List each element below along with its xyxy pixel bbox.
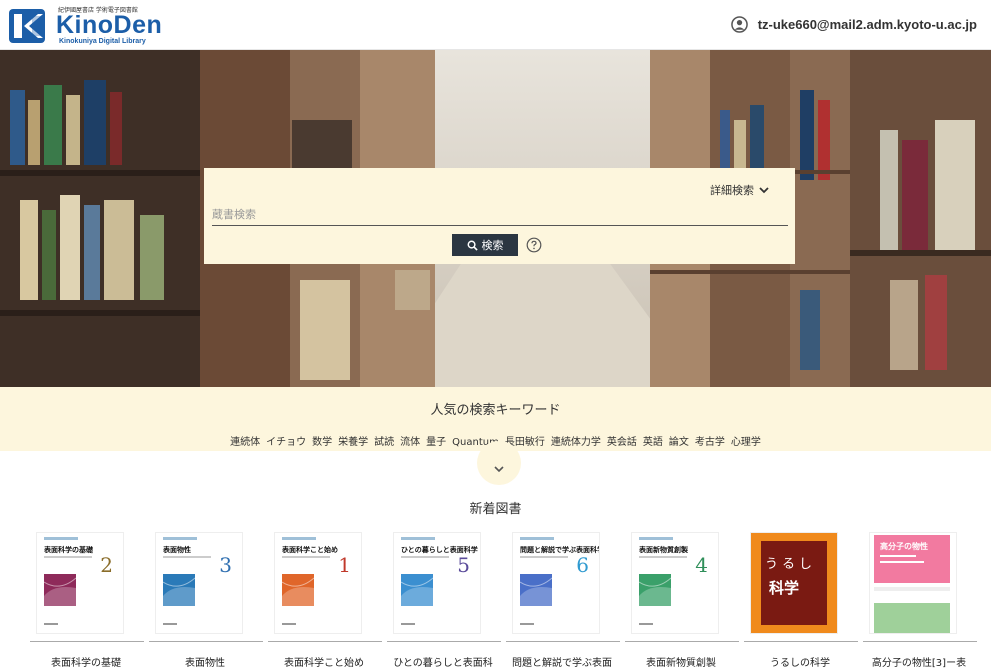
chevron-down-icon bbox=[759, 187, 769, 194]
book-tile[interactable]: ひとの暮らしと表面科学 5 ひとの暮らしと表面科 bbox=[387, 530, 501, 669]
keyword-link[interactable]: 英会話 bbox=[607, 437, 637, 448]
book-cover[interactable]: ひとの暮らしと表面科学 5 bbox=[393, 532, 481, 634]
search-button[interactable]: 検索 bbox=[452, 234, 518, 256]
expand-keywords-button[interactable] bbox=[477, 441, 521, 485]
cover-title: 表面物性 bbox=[163, 546, 191, 554]
book-cover[interactable]: 高分子の物性 bbox=[869, 532, 957, 634]
cover-title: うるし bbox=[765, 557, 817, 572]
book-tile[interactable]: 表面科学の基礎 2 表面科学の基礎 bbox=[30, 530, 144, 669]
search-icon bbox=[467, 240, 478, 251]
popular-keywords-title: 人気の検索キーワード bbox=[430, 403, 561, 418]
divider bbox=[863, 641, 977, 642]
cover-title: 表面科学こと始め bbox=[282, 546, 338, 554]
new-books-list: 表面科学の基礎 2 表面科学の基礎 表面物性 3 表面物性 表面科学こと始め 1 表面科学こと始… bbox=[30, 530, 991, 669]
user-icon bbox=[730, 16, 748, 33]
user-email: tz-uke660@mail2.adm.kyoto-u.ac.jp bbox=[757, 17, 977, 32]
divider bbox=[625, 641, 739, 642]
volume-number: 5 bbox=[457, 553, 470, 577]
search-input[interactable] bbox=[212, 204, 788, 226]
cover-title: 表面科学の基礎 bbox=[44, 546, 93, 554]
user-account[interactable]: tz-uke660@mail2.adm.kyoto-u.ac.jp bbox=[730, 16, 977, 33]
logo-subtitle: Kinokuniya Digital Library bbox=[59, 38, 146, 45]
keyword-link[interactable]: 栄養学 bbox=[338, 437, 368, 448]
book-title[interactable]: 表面物性 bbox=[143, 654, 267, 669]
volume-number: 6 bbox=[576, 553, 589, 577]
keyword-link[interactable]: 連続体 bbox=[230, 437, 260, 448]
search-panel: 詳細検索 検索 bbox=[204, 168, 795, 264]
logo-wordmark: KinoDen bbox=[56, 11, 163, 39]
cover-subtitle: 科学 bbox=[769, 579, 800, 597]
search-button-label: 検索 bbox=[481, 239, 504, 252]
advanced-search-toggle[interactable]: 詳細検索 bbox=[710, 182, 769, 198]
cover-title: 表面新物質創製 bbox=[639, 546, 688, 554]
book-cover[interactable]: 表面科学の基礎 2 bbox=[36, 532, 124, 634]
chevron-down-icon bbox=[494, 466, 504, 473]
book-cover[interactable]: 問題と解説で学ぶ表面科学 6 bbox=[512, 532, 600, 634]
keyword-link[interactable]: 論文 bbox=[669, 437, 689, 448]
divider bbox=[268, 641, 382, 642]
help-icon[interactable] bbox=[526, 237, 542, 253]
book-title[interactable]: 問題と解説で学ぶ表面 bbox=[500, 654, 624, 669]
book-tile[interactable]: 問題と解説で学ぶ表面科学 6 問題と解説で学ぶ表面 bbox=[506, 530, 620, 669]
cover-title: 高分子の物性 bbox=[880, 542, 928, 551]
book-title[interactable]: 表面科学こと始め bbox=[262, 654, 386, 669]
keyword-link[interactable]: 連続体力学 bbox=[551, 437, 601, 448]
keyword-link[interactable]: 試読 bbox=[374, 437, 394, 448]
logo-mark-icon bbox=[9, 9, 45, 43]
book-cover[interactable]: 表面物性 3 bbox=[155, 532, 243, 634]
book-tile[interactable]: 高分子の物性 高分子の物性[3]ー表 bbox=[863, 530, 977, 669]
divider bbox=[149, 641, 263, 642]
book-cover[interactable]: 表面新物質創製 4 bbox=[631, 532, 719, 634]
divider bbox=[387, 641, 501, 642]
keyword-link[interactable]: 流体 bbox=[400, 437, 420, 448]
keyword-link[interactable]: 量子 bbox=[426, 437, 446, 448]
book-title[interactable]: うるしの科学 bbox=[738, 654, 862, 669]
new-books-title: 新着図書 bbox=[469, 502, 522, 517]
volume-number: 4 bbox=[695, 553, 708, 577]
keyword-link[interactable]: イチョウ bbox=[266, 437, 306, 448]
volume-number: 2 bbox=[100, 553, 113, 577]
keyword-link[interactable]: 考古学 bbox=[695, 437, 725, 448]
divider bbox=[506, 641, 620, 642]
advanced-search-label: 詳細検索 bbox=[710, 184, 754, 197]
book-tile[interactable]: 表面物性 3 表面物性 bbox=[149, 530, 263, 669]
book-tile[interactable]: 表面科学こと始め 1 表面科学こと始め bbox=[268, 530, 382, 669]
book-title[interactable]: 表面新物質創製 bbox=[619, 654, 743, 669]
header: 紀伊國屋書店 学術電子図書館 KinoDen Kinokuniya Digita… bbox=[0, 0, 991, 50]
volume-number: 3 bbox=[219, 553, 232, 577]
keyword-link[interactable]: 心理学 bbox=[731, 437, 761, 448]
book-cover[interactable]: うるし科学 bbox=[750, 532, 838, 634]
book-tile[interactable]: 表面新物質創製 4 表面新物質創製 bbox=[625, 530, 739, 669]
book-title[interactable]: 表面科学の基礎 bbox=[24, 654, 148, 669]
keyword-link[interactable]: 数学 bbox=[312, 437, 332, 448]
divider bbox=[744, 641, 858, 642]
kinoden-logo[interactable]: 紀伊國屋書店 学術電子図書館 KinoDen Kinokuniya Digita… bbox=[8, 3, 208, 47]
hero-banner: 詳細検索 検索 bbox=[0, 50, 991, 387]
keyword-link[interactable]: 英語 bbox=[643, 437, 663, 448]
book-title[interactable]: 高分子の物性[3]ー表 bbox=[857, 654, 981, 669]
volume-number: 1 bbox=[338, 553, 351, 577]
book-tile[interactable]: うるし 科学 うるしの科学 bbox=[744, 530, 858, 669]
book-cover[interactable]: 表面科学こと始め 1 bbox=[274, 532, 362, 634]
book-title[interactable]: ひとの暮らしと表面科 bbox=[381, 654, 505, 669]
divider bbox=[30, 641, 144, 642]
